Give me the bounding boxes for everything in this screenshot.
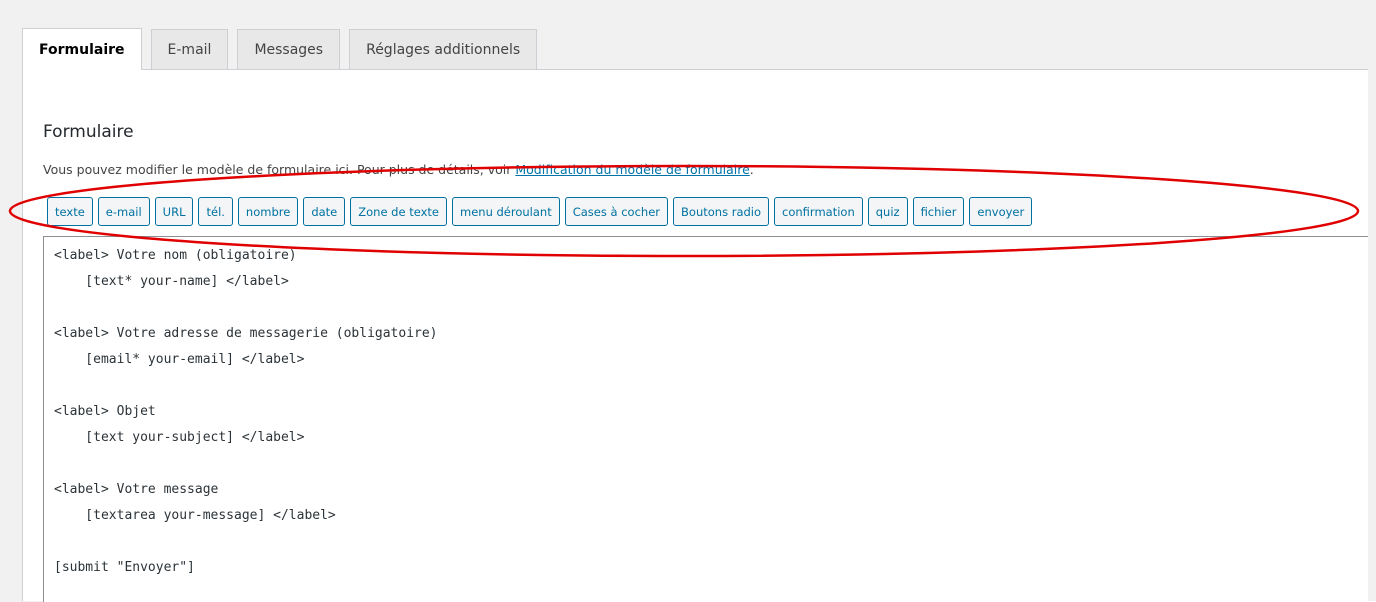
tag-button-dropdown[interactable]: menu déroulant (452, 197, 560, 226)
section-description: Vous pouvez modifier le modèle de formul… (43, 162, 754, 177)
tag-button-file[interactable]: fichier (912, 197, 965, 226)
form-template-textarea[interactable]: <label> Votre nom (obligatoire) [text* y… (43, 236, 1376, 602)
description-text: Vous pouvez modifier le modèle de formul… (43, 162, 516, 177)
window-edge (1368, 60, 1376, 601)
tag-button-email[interactable]: e-mail (97, 197, 150, 226)
tag-button-textarea[interactable]: Zone de texte (350, 197, 447, 226)
tab-messages[interactable]: Messages (237, 29, 341, 69)
tag-button-radio[interactable]: Boutons radio (673, 197, 770, 226)
tag-button-url[interactable]: URL (154, 197, 194, 226)
template-help-link[interactable]: Modification du modèle de formulaire (515, 162, 749, 177)
section-title: Formulaire (43, 122, 134, 142)
tag-button-date[interactable]: date (303, 197, 346, 226)
tag-button-text[interactable]: texte (47, 197, 93, 226)
contact-form-editor: Formulaire E-mail Messages Réglages addi… (0, 0, 1376, 602)
description-period: . (749, 162, 754, 177)
tag-button-tel[interactable]: tél. (198, 197, 233, 226)
tab-formulaire[interactable]: Formulaire (22, 28, 142, 70)
tag-button-checkboxes[interactable]: Cases à cocher (564, 197, 669, 226)
form-panel: Formulaire Vous pouvez modifier le modèl… (22, 69, 1376, 602)
tag-button-number[interactable]: nombre (237, 197, 299, 226)
editor-tabs: Formulaire E-mail Messages Réglages addi… (22, 28, 546, 70)
tag-generator-buttons: texte e-mail URL tél. nombre date Zone d… (47, 197, 1033, 226)
tag-button-quiz[interactable]: quiz (867, 197, 908, 226)
tag-button-acceptance[interactable]: confirmation (774, 197, 863, 226)
tab-additional-settings[interactable]: Réglages additionnels (349, 29, 538, 69)
tag-button-submit[interactable]: envoyer (969, 197, 1033, 226)
tab-email[interactable]: E-mail (150, 29, 229, 69)
